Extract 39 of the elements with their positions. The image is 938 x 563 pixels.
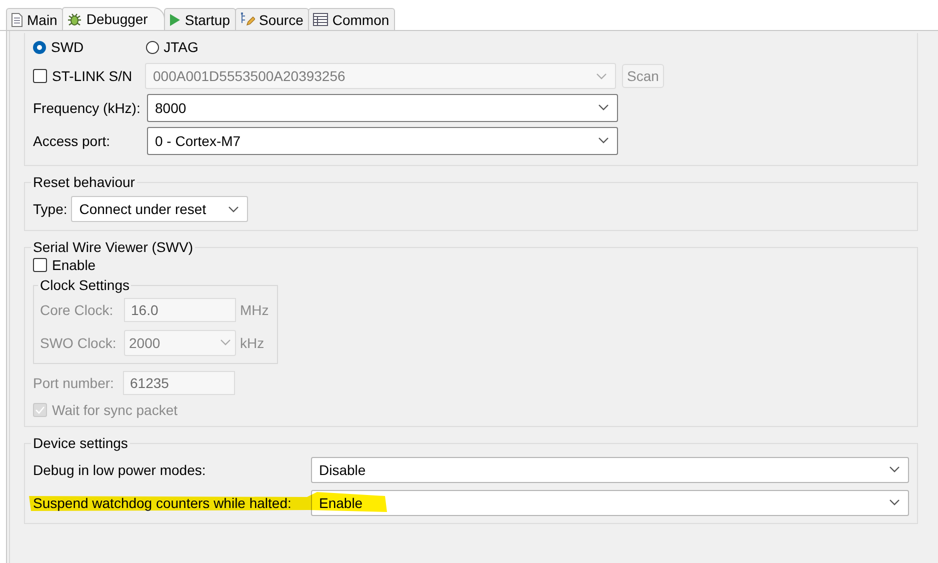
unit-label: kHz <box>240 334 264 350</box>
group-title: Reset behaviour <box>32 174 136 190</box>
unit-label: MHz <box>240 302 269 318</box>
field-label: Type: <box>33 201 68 217</box>
dropdown[interactable]: Enable <box>311 490 909 516</box>
chevron-down-icon <box>598 104 609 111</box>
tab[interactable]: Debugger <box>62 7 165 30</box>
chevron-down-icon <box>889 499 900 506</box>
chevron-down-icon <box>228 206 240 212</box>
field-label: Port number: <box>33 375 115 391</box>
tree-pencil-icon <box>240 12 255 27</box>
tab[interactable]: Common <box>308 8 396 30</box>
radio-button[interactable]: SWD <box>33 39 84 55</box>
bug-icon <box>67 12 82 26</box>
chevron-down-icon <box>889 466 900 473</box>
tab[interactable]: Startup <box>164 8 236 30</box>
radio-button[interactable]: JTAG <box>146 39 198 55</box>
tab[interactable]: Source <box>235 8 310 30</box>
tab[interactable]: Main <box>6 8 64 30</box>
field-label: SWO Clock: <box>40 334 118 350</box>
table-icon <box>313 13 328 26</box>
chevron-down-icon <box>220 339 231 346</box>
dropdown[interactable]: 0 - Cortex-M7 <box>147 126 618 154</box>
field-label: Debug in low power modes: <box>33 462 207 478</box>
chevron-down-icon <box>598 137 609 144</box>
field-label: Access port: <box>33 132 112 148</box>
field-label: Core Clock: <box>40 302 114 318</box>
chevron-down-icon <box>596 72 607 80</box>
group-title: Clock Settings <box>39 277 130 293</box>
group-title: Serial Wire Viewer (SWV) <box>32 239 194 255</box>
document-icon <box>11 12 23 26</box>
group-title: Device settings <box>32 435 129 451</box>
field-label: Frequency (kHz): <box>33 100 142 116</box>
check-icon <box>35 406 45 414</box>
dropdown[interactable]: Connect under reset <box>71 196 248 222</box>
dropdown[interactable]: 8000 <box>147 94 618 122</box>
field-label: Suspend watchdog counters while halted: <box>33 494 292 510</box>
dropdown[interactable]: Disable <box>311 456 909 482</box>
play-icon <box>168 12 181 26</box>
